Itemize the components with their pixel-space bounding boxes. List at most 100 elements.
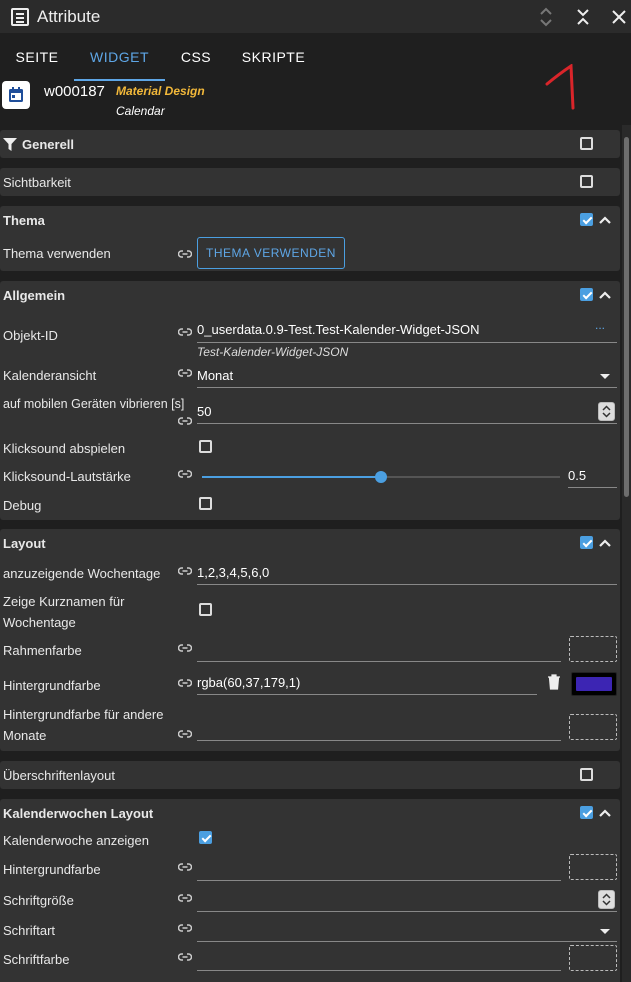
- group-title: Thema: [3, 212, 45, 228]
- attribute-panel: Generell Sichtbarkeit Thema Thema verwen…: [0, 125, 631, 982]
- border-color-swatch[interactable]: [569, 636, 617, 662]
- link-icon[interactable]: [178, 893, 192, 903]
- vibrate-label: auf mobilen Geräten vibrieren [s]: [3, 397, 185, 411]
- vibrate-value: 50: [197, 403, 212, 419]
- weekdays-label: anzuzeigende Wochentage: [3, 566, 161, 581]
- bg-other-input[interactable]: [197, 716, 561, 741]
- kw-bg-input[interactable]: [197, 856, 561, 881]
- link-icon[interactable]: [178, 368, 192, 378]
- link-icon[interactable]: [178, 729, 192, 739]
- list-icon: [11, 7, 29, 26]
- border-color-label: Rahmenfarbe: [3, 643, 82, 658]
- link-icon[interactable]: [178, 249, 192, 259]
- group-sichtbarkeit[interactable]: Sichtbarkeit: [0, 168, 620, 196]
- widget-id: w000187: [44, 83, 105, 100]
- link-icon[interactable]: [178, 643, 192, 653]
- bg-color-value: rgba(60,37,179,1): [197, 674, 301, 690]
- number-stepper[interactable]: [598, 890, 615, 909]
- trash-icon[interactable]: [547, 674, 561, 690]
- volume-slider[interactable]: [202, 466, 560, 488]
- objekt-id-field[interactable]: 0_userdata.0.9-Test.Test-Kalender-Widget…: [197, 317, 617, 343]
- link-icon[interactable]: [178, 952, 192, 962]
- bg-other-label-line2: Monate: [3, 728, 47, 743]
- close-icon[interactable]: [608, 6, 630, 28]
- kalenderansicht-value: Monat: [197, 367, 234, 383]
- weekdays-input[interactable]: 1,2,3,4,5,6,0: [197, 560, 617, 585]
- group-header[interactable]: Überschriftenlayout: [0, 761, 620, 789]
- volume-input[interactable]: 0.5: [568, 463, 617, 488]
- group-header[interactable]: Thema: [0, 206, 620, 234]
- kw-show-checkbox[interactable]: [199, 831, 212, 844]
- group-header[interactable]: Allgemein: [0, 281, 620, 309]
- group-generell[interactable]: Generell: [0, 130, 620, 158]
- link-icon[interactable]: [178, 416, 192, 426]
- widget-set: Material Design: [116, 84, 205, 98]
- group-toggle-checkbox[interactable]: [580, 288, 593, 301]
- debug-checkbox[interactable]: [199, 497, 212, 510]
- kw-fontsize-input[interactable]: [197, 887, 617, 912]
- chevron-down-icon[interactable]: [600, 374, 610, 379]
- tab-css[interactable]: CSS: [165, 33, 227, 81]
- kw-fontcolor-swatch[interactable]: [569, 945, 617, 971]
- tab-bar: SEITE WIDGET CSS SKRIPTE: [0, 33, 631, 81]
- shortnames-label-line2: Wochentage: [3, 615, 76, 630]
- group-toggle-checkbox[interactable]: [580, 806, 593, 819]
- tab-seite[interactable]: SEITE: [0, 33, 74, 81]
- group-toggle-checkbox[interactable]: [580, 175, 593, 188]
- scrollbar[interactable]: [622, 125, 631, 982]
- link-icon[interactable]: [178, 469, 192, 479]
- group-toggle-checkbox[interactable]: [580, 137, 593, 150]
- chevron-down-icon[interactable]: [600, 929, 610, 934]
- tab-widget[interactable]: WIDGET: [74, 33, 165, 81]
- group-toggle-checkbox[interactable]: [580, 213, 593, 226]
- border-color-input[interactable]: [197, 637, 561, 662]
- kw-fontsize-label: Schriftgröße: [3, 893, 74, 908]
- kw-fontcolor-input[interactable]: [197, 946, 561, 971]
- chevron-up-icon[interactable]: [598, 806, 612, 820]
- expand-icon[interactable]: [535, 6, 557, 28]
- link-icon[interactable]: [178, 566, 192, 576]
- vibrate-input[interactable]: 50: [197, 399, 617, 424]
- group-toggle-checkbox[interactable]: [580, 768, 593, 781]
- group-title: Generell: [22, 136, 75, 152]
- widget-info: w000187 Material Design Calendar: [0, 81, 631, 125]
- shortnames-checkbox[interactable]: [199, 603, 212, 616]
- chevron-up-icon[interactable]: [598, 213, 612, 227]
- bg-color-input[interactable]: rgba(60,37,179,1): [197, 670, 537, 695]
- clicksound-checkbox[interactable]: [199, 440, 212, 453]
- chevron-up-icon[interactable]: [598, 536, 612, 550]
- objekt-id-browse-button[interactable]: ...: [595, 318, 605, 332]
- bg-color-swatch[interactable]: [571, 672, 617, 696]
- kw-bg-swatch[interactable]: [569, 854, 617, 880]
- collapse-icon[interactable]: [572, 6, 594, 28]
- bg-other-swatch[interactable]: [569, 714, 617, 740]
- kw-font-select[interactable]: [197, 917, 617, 942]
- annotation-mark: [545, 64, 575, 110]
- slider-thumb[interactable]: [375, 471, 387, 483]
- use-theme-label: Thema verwenden: [3, 246, 111, 261]
- widget-name: Calendar: [116, 104, 165, 118]
- group-toggle-checkbox[interactable]: [580, 536, 593, 549]
- group-title: Layout: [3, 535, 46, 551]
- group-header[interactable]: Kalenderwochen Layout: [0, 799, 620, 827]
- link-icon[interactable]: [178, 862, 192, 872]
- group-header[interactable]: Generell: [0, 130, 620, 158]
- volume-value: 0.5: [568, 467, 587, 483]
- clicksound-label: Klicksound abspielen: [3, 441, 126, 456]
- title-bar: Attribute: [0, 0, 631, 33]
- kalenderansicht-select[interactable]: Monat: [197, 363, 617, 388]
- bg-other-label-line1: Hintergrundfarbe für andere: [3, 707, 164, 722]
- group-header[interactable]: Layout: [0, 529, 620, 557]
- link-icon[interactable]: [178, 923, 192, 933]
- group-header[interactable]: Sichtbarkeit: [0, 168, 620, 196]
- kw-fontcolor-label: Schriftfarbe: [3, 952, 70, 967]
- number-stepper[interactable]: [598, 402, 615, 421]
- volume-label: Klicksound-Lautstärke: [3, 469, 131, 484]
- tab-skripte[interactable]: SKRIPTE: [227, 33, 320, 81]
- group-ueberschriften[interactable]: Überschriftenlayout: [0, 761, 620, 789]
- group-layout: Layout anzuzeigende Wochentage 1,2,3,4,5…: [0, 529, 620, 751]
- chevron-up-icon[interactable]: [598, 288, 612, 302]
- link-icon[interactable]: [178, 678, 192, 688]
- link-icon[interactable]: [178, 327, 192, 337]
- use-theme-button[interactable]: THEMA VERWENDEN: [197, 237, 345, 269]
